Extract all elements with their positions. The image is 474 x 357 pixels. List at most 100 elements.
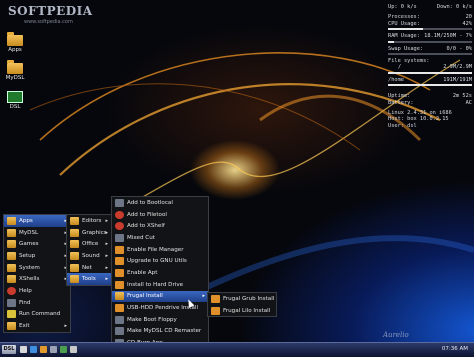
find-icon [7, 298, 16, 307]
menu-item-label: Enable Apt [127, 269, 158, 276]
menu-item-label: Find [19, 299, 31, 306]
tools-menu-item-make-mydsl-cd-remaster[interactable]: Make MyDSL CD Remaster [112, 326, 208, 338]
start-button[interactable]: DSL [2, 345, 16, 354]
ram-label: RAM Usage: [388, 33, 420, 40]
apps-menu-item-graphics[interactable]: Graphics ▸ [67, 227, 111, 239]
menu-item-label: Help [19, 287, 32, 294]
gear-icon [115, 198, 124, 207]
cpu-label: CPU Usage: [388, 20, 420, 27]
fs-home-label: /home [388, 76, 404, 83]
frugal-menu-item-lilo-install[interactable]: Frugal Lilo Install [208, 305, 276, 317]
fs-root-value: 2.9M/2.9M [443, 64, 472, 71]
wallpaper-signature: Aurelio [383, 331, 409, 339]
desktop-pager-icon[interactable] [70, 346, 77, 353]
apps-menu-item-editors[interactable]: Editors ▸ [67, 215, 111, 227]
chevron-right-icon: ▸ [105, 229, 108, 236]
desktop-icon-dsl[interactable]: DSL [2, 91, 28, 110]
start-menu-item-system[interactable]: System▸ [4, 262, 70, 274]
chevron-right-icon: ▸ [105, 241, 108, 248]
folder-icon [7, 263, 16, 272]
frugal-menu-item-grub-install[interactable]: Frugal Grub Install [208, 293, 276, 305]
menu-item-label: MyDSL [19, 229, 39, 236]
desktop-icon-mydsl[interactable]: MyDSL [2, 60, 28, 81]
fs-root-bar [388, 71, 472, 74]
battery-label: Battery: [388, 99, 414, 106]
menu-item-label: Make Boot Floppy [127, 316, 177, 323]
menu-item-label: Install to Hard Drive [127, 281, 184, 288]
tools-menu-item-enable-file-manager[interactable]: Enable File Manager [112, 244, 208, 256]
files-launcher-icon[interactable] [40, 346, 47, 353]
folder-icon [7, 32, 23, 46]
user-row: User: dsl [388, 123, 472, 129]
fs-root-row: / 2.9M/2.9M [388, 64, 472, 70]
tools-menu-item-frugal-install[interactable]: Frugal Install ▸ [112, 290, 208, 303]
swap-value: 0/0 - 0% [446, 45, 472, 52]
folder-icon [70, 263, 79, 272]
start-menu-item-help[interactable]: Help [4, 285, 70, 297]
terminal-launcher-icon[interactable] [20, 346, 27, 353]
ram-row: RAM Usage: 18.1M/250M - 7% [388, 33, 472, 39]
start-menu-item-exit[interactable]: Exit ▸ [4, 320, 70, 332]
menu-item-label: Frugal Lilo Install [223, 307, 271, 314]
menu-item-label: Setup [19, 252, 36, 259]
ram-value: 18.1M/250M - 7% [424, 33, 472, 40]
tools-menu-item-add-to-filetool[interactable]: Add to Filetool [112, 209, 208, 221]
browser-launcher-icon[interactable] [30, 346, 37, 353]
tools-menu-item-add-to-bootlocal[interactable]: Add to Bootlocal [112, 197, 208, 209]
apps-menu-item-sound[interactable]: Sound ▸ [67, 250, 111, 262]
desktop-icon-apps[interactable]: Apps [2, 32, 28, 53]
apps-menu-item-net[interactable]: Net ▸ [67, 262, 111, 274]
apps-submenu: Editors ▸ Graphics ▸ Office ▸ Sound ▸ Net ▸ T… [66, 214, 112, 287]
menu-item-label: XShells [19, 276, 40, 283]
frugal-install-submenu: Frugal Grub Install Frugal Lilo Install [207, 292, 277, 318]
tools-menu-item-enable-apt[interactable]: Enable Apt [112, 267, 208, 279]
install-icon [211, 294, 220, 303]
tools-menu-item-install-to-hard-drive[interactable]: Install to Hard Drive [112, 279, 208, 291]
start-menu-item-find[interactable]: Find [4, 297, 70, 309]
menu-item-label: Upgrade to GNU Utils [127, 258, 187, 265]
start-menu-item-mydsl[interactable]: MyDSL▸ [4, 227, 70, 239]
app-launcher-icon[interactable] [60, 346, 67, 353]
chevron-right-icon: ▸ [105, 217, 108, 224]
desktop-icon-label: DSL [9, 104, 21, 110]
tools-menu-item-upgrade-gnu-utils[interactable]: Upgrade to GNU Utils [112, 255, 208, 267]
menu-item-label: Office [82, 241, 99, 248]
tools-menu-item-make-boot-floppy[interactable]: Make Boot Floppy [112, 314, 208, 326]
menu-item-label: Add to XShelf [127, 223, 165, 230]
start-menu-item-apps[interactable]: Apps▸ [4, 215, 70, 227]
folder-icon [7, 275, 16, 284]
start-menu-item-xshells[interactable]: XShells▸ [4, 273, 70, 285]
start-menu-item-setup[interactable]: Setup▸ [4, 250, 70, 262]
editor-launcher-icon[interactable] [50, 346, 57, 353]
folder-icon [70, 240, 79, 249]
tools-menu-item-add-to-xshelf[interactable]: Add to XShelf [112, 220, 208, 232]
up-value: 0 k/s [400, 4, 417, 10]
gear-icon [115, 233, 124, 242]
folder-icon [70, 228, 79, 237]
record-icon [115, 210, 124, 219]
ram-bar-fill [388, 40, 394, 43]
exit-icon [7, 322, 16, 331]
install-icon [211, 306, 220, 315]
fs-home-row: /home 191M/191M [388, 77, 472, 83]
menu-item-label: Games [19, 241, 39, 248]
swap-label: Swap Usage: [388, 45, 424, 52]
folder-icon [70, 251, 79, 260]
menu-item-label: Add to Filetool [127, 211, 167, 218]
fs-home-value: 191M/191M [443, 76, 472, 83]
menu-item-label: Graphics [82, 229, 107, 236]
start-menu: Apps▸ MyDSL▸ Games▸ Setup▸ System▸ XShel… [3, 214, 71, 333]
apps-menu-item-tools[interactable]: Tools ▸ [67, 273, 111, 286]
user-value: dsl [407, 122, 417, 129]
menu-item-label: Add to Bootlocal [127, 199, 173, 206]
cpu-value: 42% [462, 20, 472, 27]
folder-icon [7, 216, 16, 225]
menu-item-label: Sound [82, 252, 100, 259]
menu-item-label: Make MyDSL CD Remaster [127, 328, 202, 335]
chevron-right-icon: ▸ [202, 293, 205, 300]
fs-home-bar-fill [388, 84, 472, 87]
tools-menu-item-mixed-cut[interactable]: Mixed Cut [112, 232, 208, 244]
apps-menu-item-office[interactable]: Office ▸ [67, 238, 111, 250]
start-menu-item-games[interactable]: Games▸ [4, 238, 70, 250]
start-menu-item-run-command[interactable]: Run Command [4, 309, 70, 321]
